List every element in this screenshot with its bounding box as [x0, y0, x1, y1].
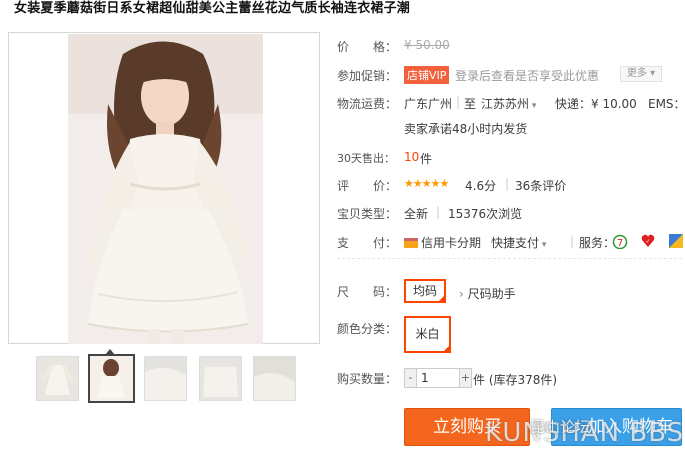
dress-photo [68, 34, 263, 344]
express-fee: 快递：¥ 10.00 [555, 97, 637, 111]
authentic-icon[interactable] [668, 233, 684, 249]
promo-text[interactable]: 登录后查看是否享受此优惠 [455, 67, 599, 84]
promo-label: 参加促销： [337, 69, 398, 83]
thumbnail-2-image [90, 356, 133, 401]
check-icon: ✓ [438, 290, 444, 298]
quick-pay-label: 快捷支付 [491, 236, 540, 250]
product-title: 女装夏季蘑菇街日系女裙超仙甜美公主蕾丝花边气质长袖连衣裙子潮 [14, 1, 411, 16]
promo-text-label: 登录后查看是否享受此优惠 [455, 69, 600, 83]
size-option-selected[interactable]: 均码 ✓ [404, 279, 446, 303]
card-installment-label: 信用卡分期 [421, 236, 482, 250]
color-option-selected[interactable]: 米白 ✓ [404, 316, 451, 353]
seven-day-return-icon[interactable]: 7 [612, 233, 628, 249]
service-label: 服务： [579, 236, 616, 250]
chevron-down-icon: ▾ [650, 68, 656, 79]
thumbnail-1[interactable] [36, 356, 79, 401]
thumbnail-4-image [200, 357, 241, 400]
size-option-label: 均码 [412, 284, 437, 298]
more-promos-label: 更多 [626, 68, 647, 79]
size-label: 尺 码： [337, 285, 398, 299]
ship-promise: 卖家承诺48小时内发货 [404, 122, 528, 136]
ship-from: 广东广州 [404, 97, 453, 111]
thumbnail-2-selected[interactable] [88, 354, 135, 403]
chevron-right-icon: › [459, 287, 464, 301]
size-helper-label: 尺码助手 [467, 287, 516, 301]
divider-line [337, 258, 682, 259]
quantity-minus-button[interactable]: - [405, 369, 417, 387]
vip-badge: 店铺VIP [404, 66, 450, 84]
view-count: 15376次浏览 [448, 207, 523, 221]
main-product-image [8, 32, 320, 344]
sold-unit: 件 [420, 152, 433, 166]
rating-label: 评 价： [337, 179, 398, 193]
sold-count: 10 [404, 150, 420, 164]
item-condition: 全新 [404, 207, 429, 221]
quantity-label: 购买数量： [337, 372, 398, 386]
watermark-sub: 昆山论坛 [530, 418, 591, 436]
color-option-label: 米白 [415, 327, 440, 341]
price-label: 价 格： [337, 40, 398, 54]
thumbnail-4[interactable] [199, 356, 242, 401]
sold-label: 30天售出： [337, 152, 395, 165]
thumbnail-1-image [37, 357, 78, 400]
quick-pay[interactable]: 快捷支付 ▾ [491, 234, 546, 251]
quantity-stepper: - + [404, 368, 472, 388]
check-icon: ✓ [443, 333, 449, 341]
guarantee-icon[interactable]: ✓ [640, 233, 656, 249]
quantity-input[interactable] [418, 369, 459, 387]
ems-fee: EMS：¥ [648, 97, 685, 111]
thumbnail-5-image [254, 357, 295, 400]
price-value: ¥ 50.00 [404, 38, 450, 52]
type-divider: | [436, 205, 441, 219]
svg-text:7: 7 [617, 238, 623, 249]
color-label: 颜色分类： [337, 322, 398, 336]
ship-to-word: 至 [464, 97, 477, 111]
quantity-plus-button[interactable]: + [459, 369, 471, 387]
thumbnail-3[interactable] [144, 356, 187, 401]
review-count-link[interactable]: 36条评价 [515, 177, 566, 194]
payment-divider: | [570, 234, 575, 248]
ship-to-label: 江苏苏州 [481, 97, 530, 111]
credit-card-icon [404, 238, 418, 248]
shipping-label: 物流运费： [337, 97, 398, 111]
more-promos-button[interactable]: 更多 ▾ [620, 66, 662, 82]
thumbnail-3-image [145, 357, 186, 400]
chevron-down-icon: ▾ [529, 101, 537, 111]
type-label: 宝贝类型： [337, 207, 398, 221]
ship-to-selector[interactable]: 江苏苏州 ▾ [481, 95, 536, 112]
rating-score: 4.6分 [465, 179, 497, 193]
thumbnail-5[interactable] [253, 356, 296, 401]
payment-label: 支 付： [337, 236, 398, 250]
size-helper-link[interactable]: › 尺码助手 [459, 285, 516, 302]
stock-info: 件 (库存378件) [473, 373, 558, 387]
rating-stars: ★★★★★ [404, 177, 449, 190]
rating-divider: | [505, 177, 510, 191]
chevron-down-icon: ▾ [539, 240, 547, 250]
svg-text:✓: ✓ [645, 238, 650, 245]
card-installment[interactable]: 信用卡分期 [404, 234, 481, 251]
ship-divider: | [456, 95, 461, 109]
